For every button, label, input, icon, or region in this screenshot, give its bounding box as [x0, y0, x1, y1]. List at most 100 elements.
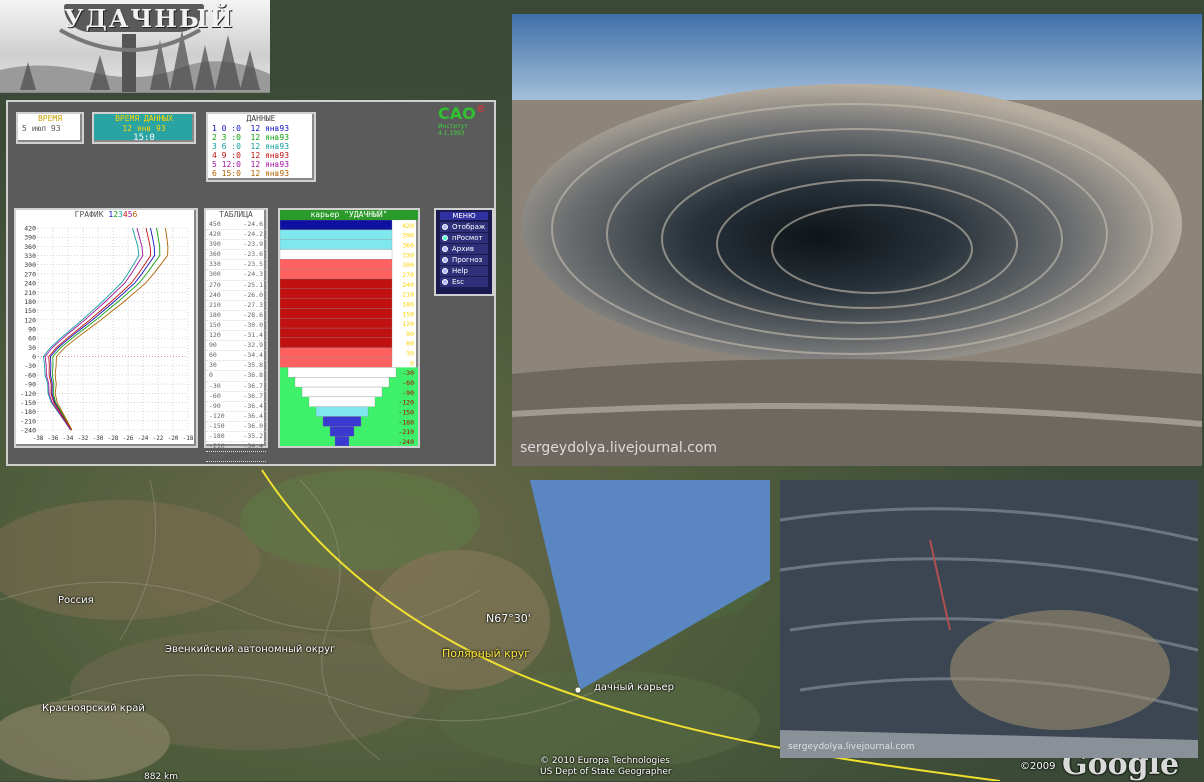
graph-y-tick: 120 — [24, 316, 36, 324]
table-row: 0 -36.8 — [206, 371, 266, 382]
graph-y-tick: 360 — [24, 243, 36, 251]
quarry-layer — [279, 239, 393, 250]
graph-y-tick: -210 — [20, 417, 36, 425]
table-cell-temp: -24.6 — [243, 220, 263, 228]
menu-item-3[interactable]: Архив — [440, 244, 488, 254]
menu-item-6[interactable]: Esc — [440, 277, 488, 287]
quarry-layer — [279, 337, 393, 348]
quarry-layer — [308, 396, 376, 407]
graph-y-tick: -240 — [20, 427, 36, 435]
table-row: 60 -34.4 — [206, 351, 266, 362]
sao-line2: 4.1.1993 — [438, 130, 465, 137]
temperature-profile-graph: 4203903603303002702402101801501209060300… — [20, 225, 194, 443]
table-cell-level: 300 — [209, 270, 221, 279]
table-cell-level: 90 — [209, 341, 217, 350]
graph-x-tick: -18 — [183, 435, 194, 442]
table-cell-temp: -34.4 — [243, 442, 263, 451]
table-cell-temp: -28.6 — [243, 310, 263, 319]
quarry-level-label: 360 — [402, 241, 414, 249]
menu-item-label: Архив — [452, 245, 475, 253]
graph-y-tick: 420 — [24, 225, 36, 233]
graph-y-tick: 30 — [28, 344, 36, 352]
menu-radio-icon — [442, 235, 448, 241]
map-label-krasnoyarsk: Красноярский край — [42, 703, 145, 714]
map-label-arctic-circle: Полярный круг — [442, 647, 531, 660]
quarry-level-label: 0 — [410, 359, 414, 367]
table-row: -60 -36.7 — [206, 392, 266, 402]
quarry-level-label: 210 — [402, 291, 414, 299]
table-cell-temp: -36.8 — [243, 371, 263, 380]
quarry-level-label: -90 — [402, 389, 414, 397]
map-copyright-3: ©2009 — [1020, 761, 1056, 772]
quarry-level-label: 60 — [406, 340, 414, 348]
graph-x-tick: -36 — [48, 435, 59, 442]
time-caption: ВРЕМЯ — [37, 114, 63, 123]
quarry-layer — [279, 318, 393, 329]
menu-item-label: Esc — [452, 278, 464, 286]
menu-item-label: Прогноз — [452, 256, 483, 264]
data-row: 4 9 :0 12 янв93 — [212, 151, 290, 160]
data-panel: ДАННЫЕ 1 0 :0 12 янв93 2 3 :0 12 янв93 3 6… — [206, 112, 316, 182]
quarry-layer — [301, 386, 383, 398]
table-row: 450 -24.6 — [206, 220, 266, 231]
table-cell-level: 0 — [209, 371, 213, 380]
quarry-level-label: 330 — [402, 251, 414, 259]
menu-item-5[interactable]: Help — [440, 266, 488, 276]
menu-items: Отображ пРосмот Архив Прогноз Help Esc — [436, 222, 492, 287]
sao-logo: CAO® Институт 4.1.1993 — [438, 104, 494, 148]
table-cell-level: 360 — [209, 250, 221, 259]
table-cell-level: -90 — [209, 401, 221, 410]
table-cell-level: 390 — [209, 240, 221, 249]
table-row: 330 -23.5 — [206, 260, 266, 271]
table-cell-level: 330 — [209, 260, 221, 269]
bottom-photo-watermark: sergeydolya.livejournal.com — [788, 742, 915, 752]
map-label-evenki: Эвенкийский автономный округ — [165, 644, 336, 655]
graph-y-tick: -90 — [24, 381, 36, 389]
app-window: ВРЕМЯ 5 июл 93 ВРЕМЯ ДАННЫХ 12 янв 93 15… — [6, 100, 496, 466]
graph-y-tick: 390 — [24, 234, 36, 242]
graph-y-tick: -150 — [20, 399, 36, 407]
table-cell-temp: -23.5 — [243, 260, 263, 269]
table-row: 210 -27.3 — [206, 301, 266, 311]
map-copyright-1: © 2010 Europa Technologies — [540, 756, 670, 766]
data-time-date: 12 янв 93 — [122, 124, 166, 133]
quarry-level-label: -30 — [402, 369, 414, 377]
menu-item-4[interactable]: Прогноз — [440, 255, 488, 265]
menu-radio-icon — [442, 279, 448, 285]
table-row: -210 -34.4 — [206, 442, 266, 453]
table-row: 420 -24.2 — [206, 230, 266, 241]
graph-y-tick: -30 — [24, 362, 36, 370]
table-cell-temp: -35.8 — [243, 361, 263, 370]
table-cell-level: 450 — [209, 220, 221, 228]
quarry-layer — [279, 259, 393, 270]
graph-y-tick: 0 — [32, 353, 36, 361]
table-cell-temp: -36.7 — [243, 381, 263, 390]
menu-radio-icon — [442, 268, 448, 274]
quarry-level-label: 120 — [402, 320, 414, 328]
table-cell-level: 30 — [209, 361, 217, 370]
menu-item-1[interactable]: Отображ — [440, 222, 488, 232]
menu-item-label: Отображ — [452, 223, 486, 231]
table-row: -240 -33.6 — [206, 452, 266, 463]
table-row: 240 -26.0 — [206, 291, 266, 301]
table-cell-temp: -31.4 — [243, 331, 263, 340]
quarry-layer — [279, 288, 393, 299]
quarry-level-label: -210 — [398, 428, 414, 436]
table-row: 300 -24.3 — [206, 270, 266, 281]
graph-x-tick: -20 — [168, 435, 179, 442]
menu-item-label: пРосмот — [452, 234, 483, 242]
quarry-caption: карьер "УДАЧНЫЙ" — [280, 210, 418, 220]
table-cell-level: -150 — [209, 421, 225, 430]
table-cell-level: 150 — [209, 320, 221, 329]
graph-series-line — [43, 227, 140, 431]
quarry-level-label: -120 — [398, 399, 414, 407]
table-cell-temp: -35.2 — [243, 431, 263, 440]
quarry-layer — [315, 406, 369, 417]
graph-x-tick: -22 — [153, 435, 164, 442]
quarry-layer — [279, 308, 393, 319]
quarry-level-label: -150 — [398, 409, 414, 417]
menu-caption: МЕНЮ — [440, 212, 488, 220]
table-row: -120 -36.4 — [206, 412, 266, 422]
data-time-hour: 15:0 — [133, 133, 155, 143]
menu-item-2[interactable]: пРосмот — [440, 233, 488, 243]
